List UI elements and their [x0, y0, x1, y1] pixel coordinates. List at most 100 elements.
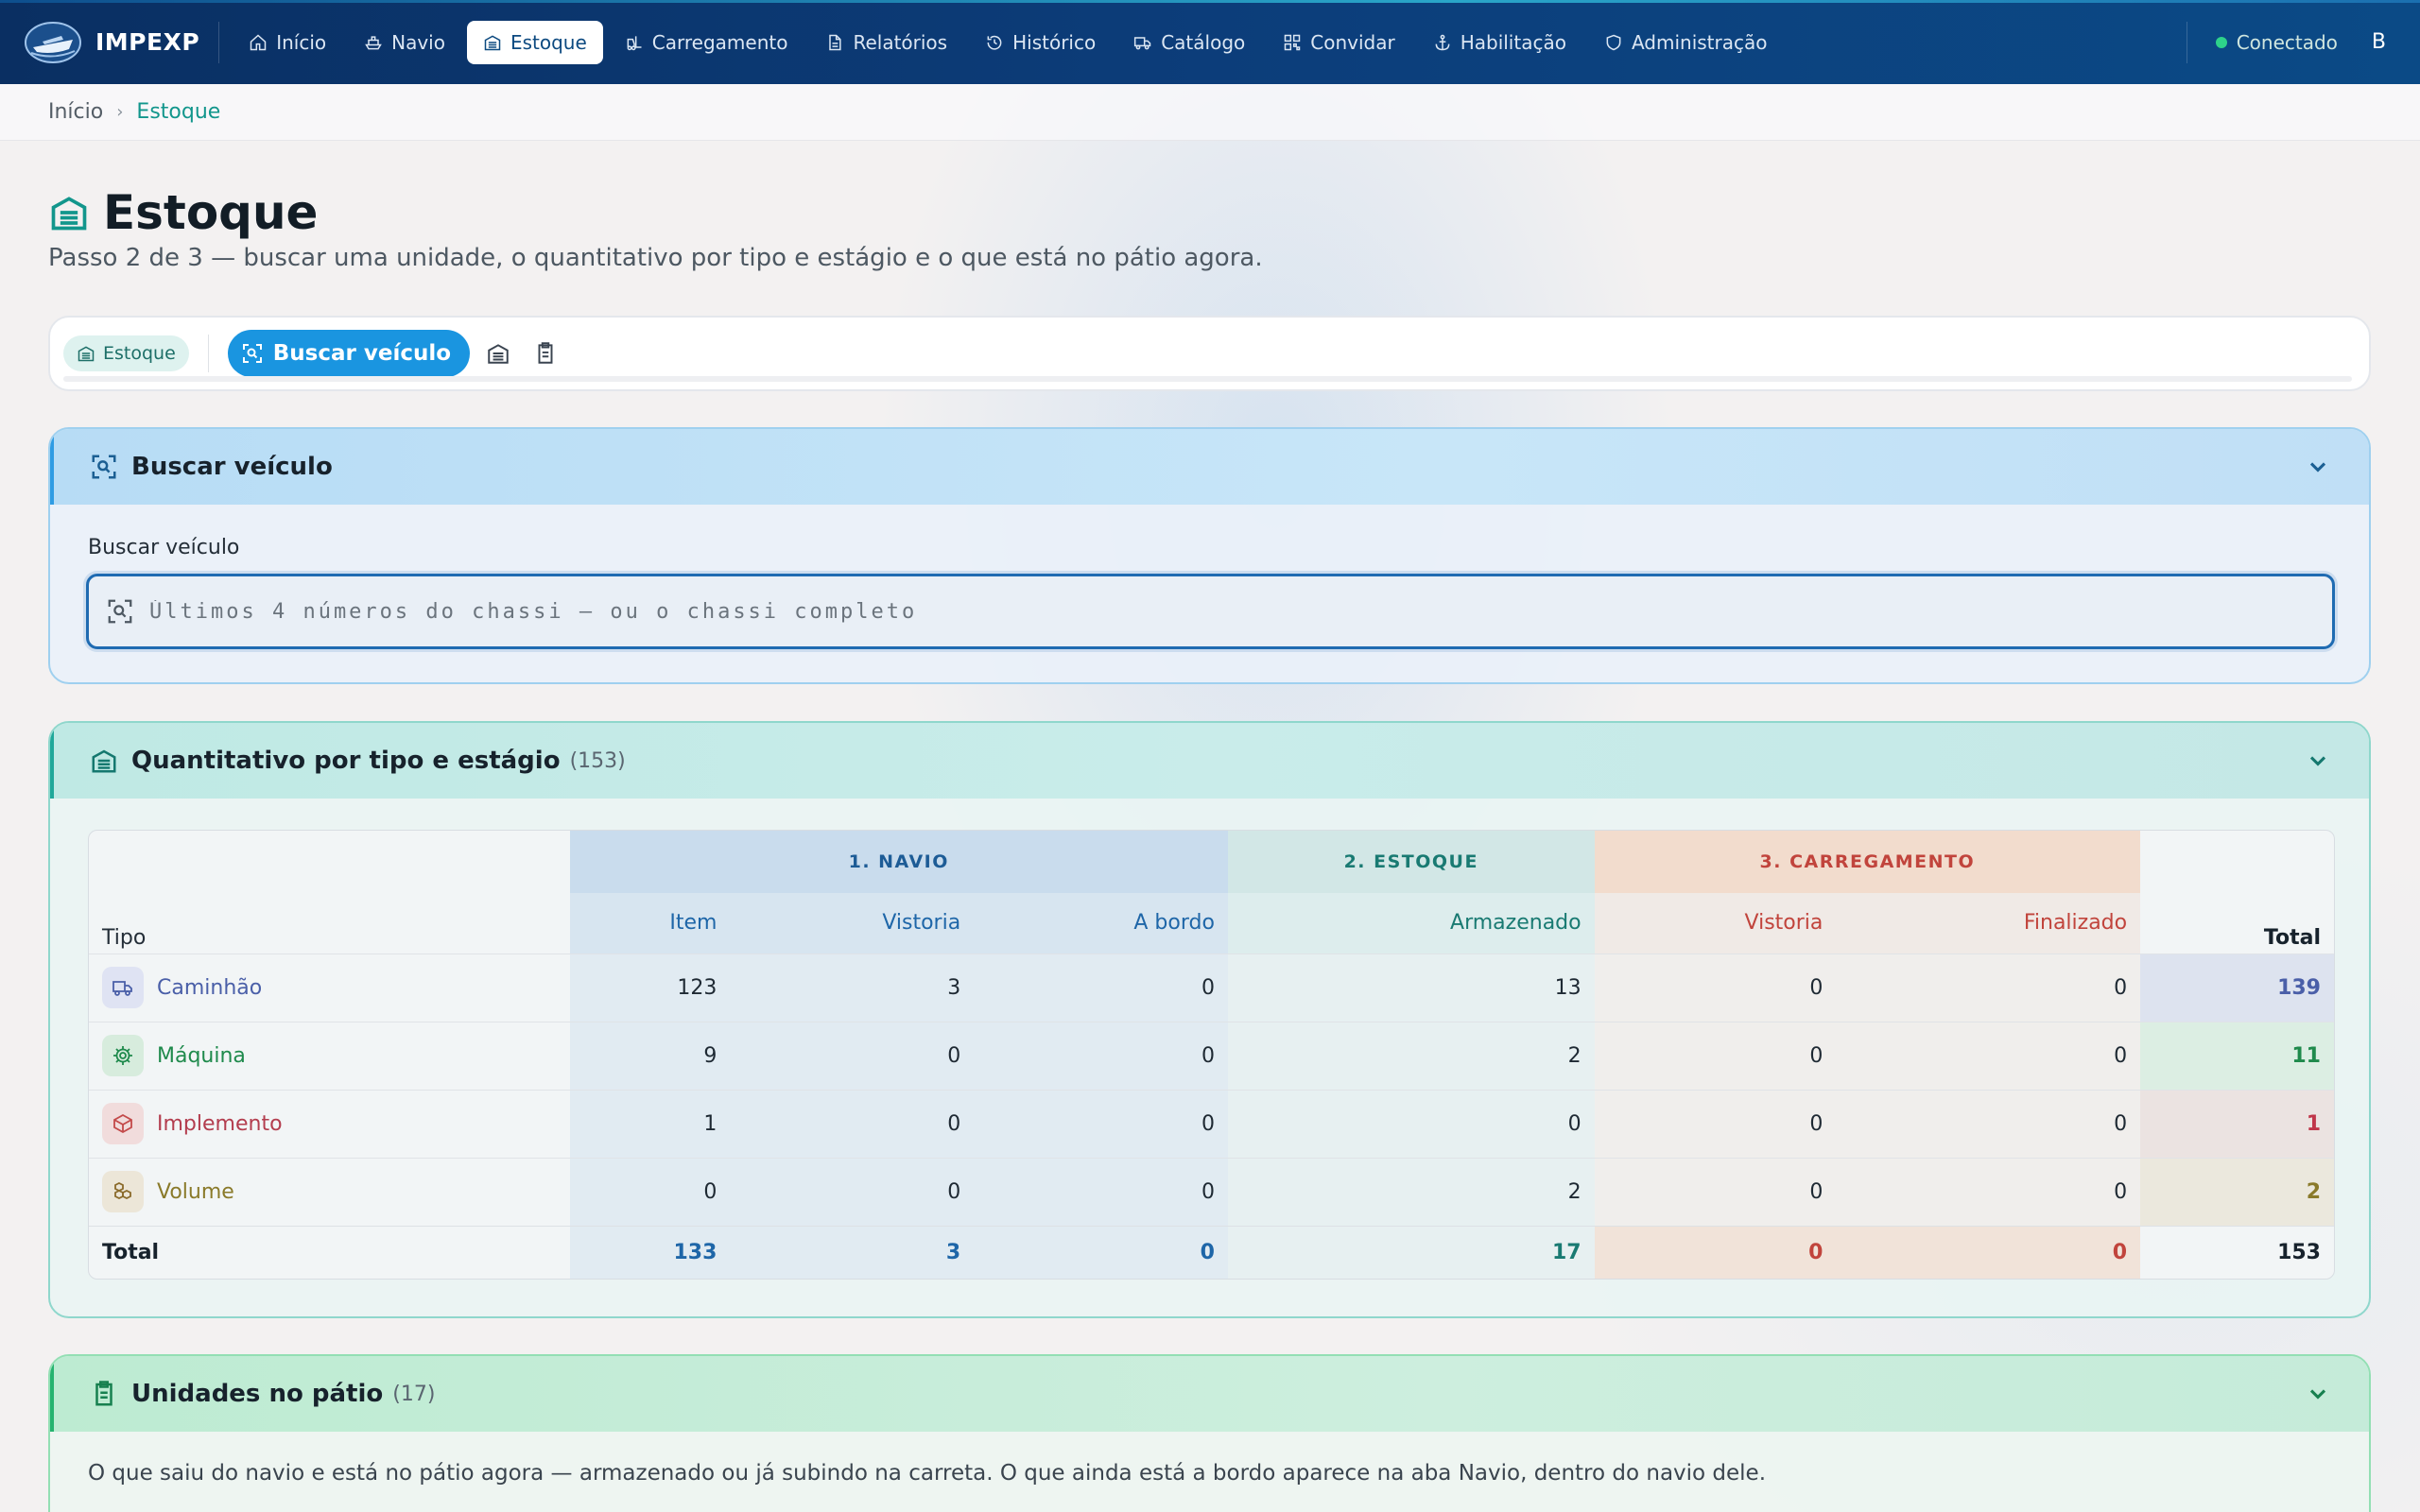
table-row[interactable]: Caminhão 123 3 0 13 0 0 139	[89, 953, 2334, 1022]
search-vehicle-button[interactable]: Buscar veículo	[227, 330, 471, 377]
col-item: Item	[569, 893, 731, 954]
col-vistoria-navio: Vistoria	[730, 893, 975, 954]
jump-to-quantity-button[interactable]	[479, 335, 517, 372]
totals-row: Total 133 3 0 17 0 0 153	[89, 1225, 2334, 1279]
cell-total: 1	[2140, 1089, 2334, 1158]
cell-vistoria-navio: 0	[730, 1089, 975, 1158]
nav-divider	[218, 21, 220, 63]
chevron-down-icon[interactable]	[2305, 454, 2331, 480]
gear-icon	[102, 1035, 144, 1076]
nav-item-navio[interactable]: Navio	[348, 21, 461, 64]
totals-label: Total	[89, 1225, 570, 1279]
cell-finalizado: 0	[1836, 1089, 2141, 1158]
type-cell: Máquina	[102, 1035, 557, 1076]
user-menu-button[interactable]: B	[2372, 30, 2386, 54]
boxes-icon	[102, 1171, 144, 1212]
type-label: Caminhão	[157, 975, 263, 1000]
cell-armazenado: 2	[1227, 1021, 1595, 1090]
ship-logo-icon	[24, 21, 82, 64]
cell-a-bordo: 0	[974, 1089, 1228, 1158]
scan-search-icon	[108, 599, 132, 624]
cell-armazenado: 2	[1227, 1157, 1595, 1226]
status-dot-icon	[2215, 36, 2227, 48]
nav-item-inicio[interactable]: Início	[233, 21, 342, 64]
cell-a-bordo: 0	[974, 1021, 1228, 1090]
cell-item: 123	[569, 953, 731, 1022]
search-panel-header[interactable]: Buscar veículo	[50, 429, 2369, 505]
brand[interactable]: IMPEXP	[0, 0, 199, 84]
jump-to-yard-button[interactable]	[527, 335, 564, 372]
stage-group-row: 1. NAVIO 2. ESTOQUE 3. CARREGAMENTO	[89, 831, 2334, 893]
connection-status: Conectado	[2215, 30, 2338, 54]
section-chip: Estoque	[63, 335, 189, 371]
type-label: Máquina	[157, 1043, 246, 1068]
nav-item-catalogo[interactable]: Catálogo	[1117, 21, 1261, 64]
total-vistoria-carregamento: 0	[1594, 1225, 1837, 1279]
nav-item-label: Administração	[1631, 30, 1768, 54]
total-armazenado: 17	[1227, 1225, 1595, 1279]
group-carregamento: 3. CARREGAMENTO	[1594, 831, 2141, 893]
nav-item-habilitacao[interactable]: Habilitação	[1417, 21, 1582, 64]
col-finalizado: Finalizado	[1836, 893, 2141, 954]
cell-vistoria-carregamento: 0	[1594, 1021, 1837, 1090]
main-menu: Início Navio Estoque Carregamento Relató…	[233, 20, 1784, 64]
warehouse-icon	[92, 749, 116, 773]
nav-item-estoque[interactable]: Estoque	[466, 20, 603, 64]
search-vehicle-button-label: Buscar veículo	[272, 341, 452, 366]
yard-panel-header[interactable]: Unidades no pátio (17)	[50, 1356, 2369, 1432]
cell-vistoria-navio: 3	[730, 953, 975, 1022]
qr-icon	[1285, 34, 1301, 50]
nav-item-label: Convidar	[1310, 30, 1395, 54]
col-total: Total	[2263, 925, 2321, 950]
type-cell: Volume	[102, 1171, 557, 1212]
table-row[interactable]: Volume 0 0 0 2 0 0 2	[89, 1157, 2334, 1226]
nav-item-historico[interactable]: Histórico	[969, 21, 1112, 64]
page-title-text: Estoque	[103, 185, 319, 240]
nav-item-convidar[interactable]: Convidar	[1267, 21, 1410, 64]
nav-item-relatorios[interactable]: Relatórios	[809, 21, 963, 64]
nav-item-carregamento[interactable]: Carregamento	[609, 21, 804, 64]
cell-item: 1	[569, 1089, 731, 1158]
cell-total: 2	[2140, 1157, 2334, 1226]
status-label: Conectado	[2236, 30, 2338, 54]
cell-vistoria-carregamento: 0	[1594, 1157, 1837, 1226]
warehouse-icon	[51, 197, 87, 231]
quantity-table: 1. NAVIO 2. ESTOQUE 3. CARREGAMENTO Tipo…	[88, 830, 2335, 1280]
brand-name: IMPEXP	[95, 28, 200, 56]
type-label: Implemento	[157, 1111, 283, 1136]
chassis-search-input[interactable]	[149, 599, 2229, 624]
search-panel: Buscar veículo Buscar veículo	[48, 427, 2371, 684]
cell-finalizado: 0	[1836, 1021, 2141, 1090]
nav-item-label: Histórico	[1012, 30, 1097, 54]
warehouse-icon	[484, 34, 501, 50]
yard-description: O que saiu do navio e está no pátio agor…	[88, 1461, 1767, 1486]
cell-total: 139	[2140, 953, 2334, 1022]
table-row[interactable]: Implemento 1 0 0 0 0 0 1	[89, 1089, 2334, 1158]
cell-item: 9	[569, 1021, 731, 1090]
file-icon	[829, 34, 842, 50]
quantity-panel-header[interactable]: Quantitativo por tipo e estágio (153)	[50, 723, 2369, 799]
grand-total: 153	[2140, 1225, 2334, 1279]
yard-panel: Unidades no pátio (17) O que saiu do nav…	[48, 1354, 2371, 1512]
nav-item-administracao[interactable]: Administração	[1588, 21, 1784, 64]
chevron-down-icon[interactable]	[2305, 747, 2331, 774]
home-icon	[250, 33, 267, 50]
nav-item-label: Carregamento	[651, 30, 788, 54]
total-item: 133	[569, 1225, 731, 1279]
breadcrumb-home-link[interactable]: Início	[48, 100, 103, 124]
chevron-down-icon[interactable]	[2305, 1381, 2331, 1407]
nav-item-label: Estoque	[510, 30, 587, 54]
total-finalizado: 0	[1836, 1225, 2141, 1279]
truck-icon	[1134, 36, 1151, 49]
toolbar-divider	[207, 335, 209, 372]
quantity-panel-title: Quantitativo por tipo e estágio	[131, 747, 561, 775]
group-estoque: 2. ESTOQUE	[1227, 831, 1595, 893]
chevron-right-icon: ›	[116, 102, 124, 122]
column-header-row: Tipo Item Vistoria A bordo Armazenado Vi…	[89, 893, 2334, 954]
table-row[interactable]: Máquina 9 0 0 2 0 0 11	[89, 1021, 2334, 1090]
clipboard-icon	[95, 1381, 112, 1406]
quantity-panel-count: (153)	[569, 748, 626, 773]
section-toolbar: Estoque Buscar veículo	[48, 316, 2371, 391]
cell-finalizado: 0	[1836, 1157, 2141, 1226]
warehouse-icon	[488, 344, 509, 364]
